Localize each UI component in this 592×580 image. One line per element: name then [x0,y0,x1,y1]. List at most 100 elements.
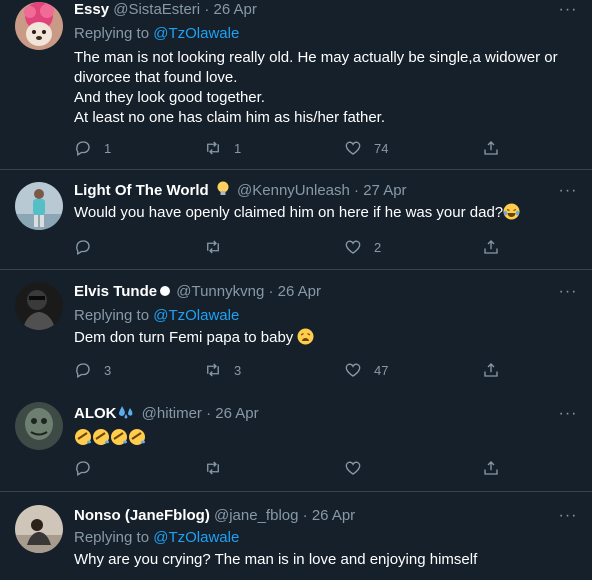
retweet-count: 3 [234,362,242,378]
heart-icon [345,240,361,254]
tweet-header: Essy @SistaEsteri · 26 Apr [74,0,578,20]
display-name[interactable]: ALOK [74,405,117,422]
more-options-button[interactable]: ··· [558,404,578,424]
handle[interactable]: @jane_fblog [214,507,298,524]
tweet-essy[interactable]: Essy @SistaEsteri · 26 Apr Replying to @… [0,0,592,170]
timestamp[interactable]: 27 Apr [363,182,406,199]
more-options-button[interactable]: ··· [558,181,578,201]
tweet-text-line: divorcee that found love. [74,69,238,86]
heart-icon [345,461,361,475]
avatar[interactable] [15,402,63,450]
more-options-button[interactable]: ··· [558,282,578,302]
more-options-button[interactable]: ··· [558,506,578,526]
replying-label: Replying to [74,25,150,42]
retweet-icon [207,363,219,377]
retweet-button[interactable]: 1 [204,138,241,158]
reply-button[interactable]: 3 [74,360,111,380]
tweet-elvis-tunde[interactable]: Elvis Tunde @Tunnykvng · 26 Apr Replying… [0,270,592,390]
timestamp[interactable]: 26 Apr [312,507,355,524]
reply-button[interactable] [74,237,104,257]
reply-icon [76,363,90,378]
share-button[interactable] [482,138,500,158]
tweet-actions [74,458,498,478]
retweet-button[interactable]: 3 [204,360,241,380]
avatar[interactable] [15,282,63,330]
retweet-button[interactable] [204,237,234,257]
separator: · [354,182,360,199]
mention-link[interactable]: @TzOlawale [153,529,239,546]
handle[interactable]: @Tunnykvng [176,283,264,300]
replying-to: Replying to @TzOlawale [74,24,578,44]
share-icon [484,461,498,475]
separator: · [204,1,210,18]
avatar[interactable] [15,182,63,230]
like-count: 47 [374,362,389,378]
avatar[interactable] [15,2,63,50]
like-count: 74 [374,140,389,156]
reply-icon [76,240,90,255]
display-name[interactable]: Elvis Tunde [74,283,157,300]
tweet-text-line: And they look good together. [74,89,265,106]
retweet-button[interactable] [204,458,222,478]
mention-link[interactable]: @TzOlawale [153,307,239,324]
tweet-text-line: Why are you crying? The man is in love a… [74,551,478,568]
avatar[interactable] [15,505,63,553]
retweet-icon [207,240,219,254]
reply-button[interactable] [74,458,92,478]
like-button[interactable]: 47 [344,360,388,380]
retweet-icon [207,141,219,155]
tweet-header: Light Of The World @KennyUnleash · 27 Ap… [74,181,578,201]
share-icon [484,141,498,155]
reply-count: 1 [104,140,112,156]
display-name[interactable]: Light Of The World [74,182,209,199]
lightbulb-emoji [217,181,229,195]
reply-icon [76,461,90,476]
timestamp[interactable]: 26 Apr [215,405,258,422]
tweet-light-of-the-world[interactable]: Light Of The World @KennyUnleash · 27 Ap… [0,170,592,270]
retweet-icon [207,461,219,475]
timestamp[interactable]: 26 Apr [213,1,256,18]
tweet-text-line: Dem don turn Femi papa to baby [74,329,294,346]
share-button[interactable] [482,360,500,380]
like-button[interactable]: 2 [344,237,381,257]
timestamp[interactable]: 26 Apr [278,283,321,300]
handle[interactable]: @SistaEsteri [113,1,200,18]
rolling-on-floor-laughing-emoji [129,429,145,445]
tweet-text: Dem don turn Femi papa to baby [74,328,578,348]
tweet-header: Elvis Tunde @Tunnykvng · 26 Apr [74,282,578,302]
tweet-text: The man is not looking really old. He ma… [74,48,578,128]
tweet-text-line: The man is not looking really old. He ma… [74,49,558,66]
more-options-button[interactable]: ··· [558,0,578,20]
replying-to: Replying to @TzOlawale [74,306,578,326]
separator: · [268,283,274,300]
tweet-nonso[interactable]: Nonso (JaneFblog) @jane_fblog · 26 Apr R… [0,492,592,580]
tweet-header: Nonso (JaneFblog) @jane_fblog · 26 Apr [74,506,578,526]
display-name[interactable]: Essy [74,1,109,18]
replying-label: Replying to [74,307,150,324]
retweet-count: 1 [234,140,242,156]
tweet-actions: 2 [74,237,498,257]
display-name[interactable]: Nonso (JaneFblog) [74,507,210,524]
share-button[interactable] [482,458,500,478]
tweet-header: ALOK @hitimer · 26 Apr [74,404,578,424]
like-button[interactable]: 74 [344,138,388,158]
reply-button[interactable]: 1 [74,138,111,158]
like-button[interactable] [344,458,362,478]
replying-label: Replying to [74,529,150,546]
tweet-alok[interactable]: ALOK @hitimer · 26 Apr ··· [0,390,592,492]
tweet-text-line: At least no one has claim him as his/her… [74,109,385,126]
handle[interactable]: @hitimer [142,405,202,422]
handle[interactable]: @KennyUnleash [237,182,350,199]
tears-of-joy-emoji [503,203,520,220]
rolling-on-floor-laughing-emoji [93,429,109,445]
mention-link[interactable]: @TzOlawale [153,25,239,42]
reply-icon [76,141,90,156]
rolling-on-floor-laughing-emoji [111,429,127,445]
separator: · [302,507,308,524]
separator: · [206,405,212,422]
reply-count: 3 [104,362,112,378]
tweet-text [74,428,578,448]
heart-icon [345,363,361,377]
share-button[interactable] [482,237,500,257]
like-count: 2 [374,239,382,255]
